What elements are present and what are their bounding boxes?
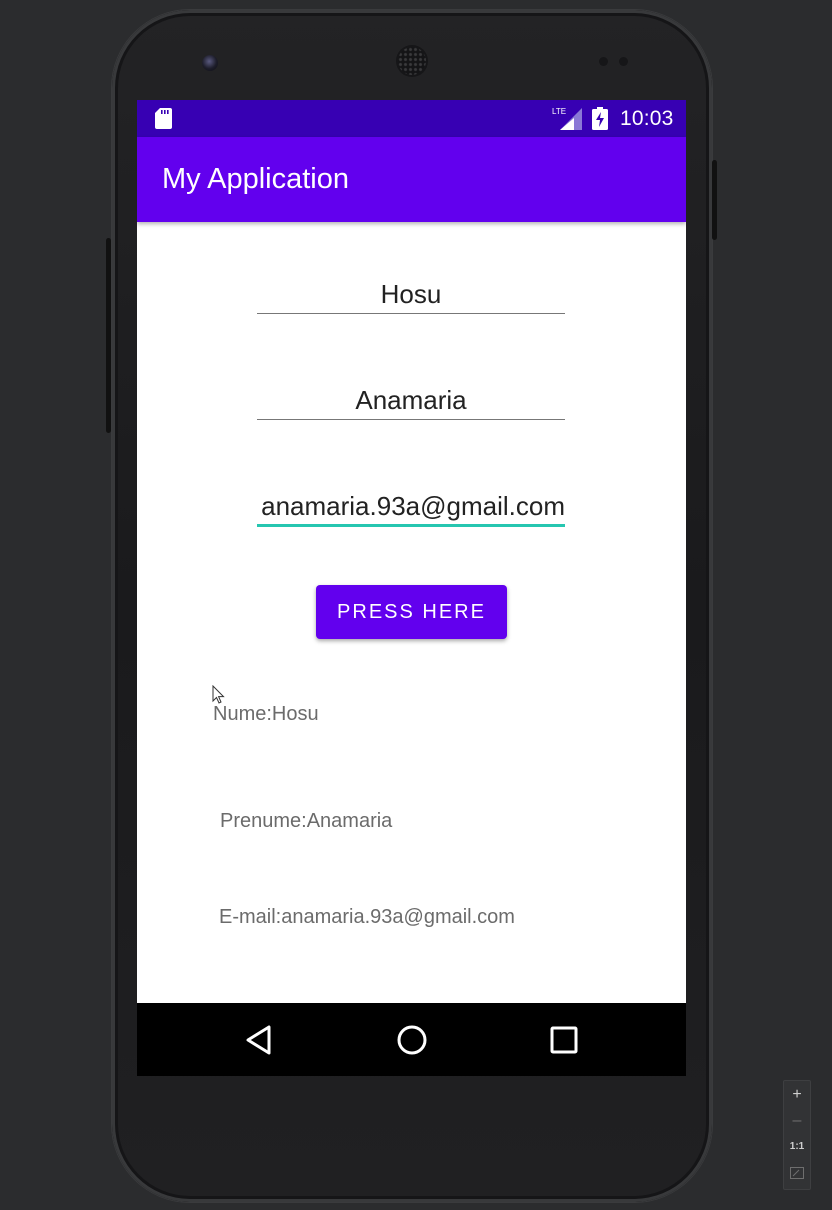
app-title: My Application <box>162 163 349 195</box>
nume-input[interactable]: Hosu <box>257 272 565 316</box>
zoom-toolbar: + – 1:1 <box>783 1080 811 1190</box>
email-output: E-mail:anamaria.93a@gmail.com <box>219 906 515 928</box>
navigation-bar <box>137 1003 686 1076</box>
battery-charging-icon <box>592 107 608 130</box>
front-camera <box>202 55 218 71</box>
actual-size-button[interactable]: 1:1 <box>784 1134 810 1160</box>
proximity-sensor <box>599 57 608 66</box>
zoom-in-button[interactable]: + <box>784 1082 810 1108</box>
prenume-input-underline <box>257 419 565 420</box>
lte-signal-icon: LTE <box>552 107 582 130</box>
phone-screen: LTE 10:03 My Application Hosu Anamaria a… <box>137 100 686 1076</box>
sd-card-icon <box>155 108 172 129</box>
status-bar: LTE 10:03 <box>137 100 686 137</box>
prenume-output: Prenume:Anamaria <box>220 810 393 832</box>
mouse-cursor-icon <box>212 685 225 704</box>
earpiece-speaker <box>398 47 426 75</box>
svg-text:LTE: LTE <box>552 107 566 116</box>
app-bar: My Application <box>137 137 686 222</box>
volume-rocker <box>106 238 111 433</box>
nume-input-underline <box>257 313 565 314</box>
press-here-button[interactable]: PRESS HERE <box>316 585 507 639</box>
email-input[interactable]: anamaria.93a@gmail.com <box>257 484 565 528</box>
prenume-input-value: Anamaria <box>355 385 467 415</box>
power-button <box>712 160 717 240</box>
fit-screen-icon <box>790 1167 804 1179</box>
email-input-underline-focused <box>257 524 565 527</box>
nume-input-value: Hosu <box>380 279 442 309</box>
recents-icon[interactable] <box>547 1023 581 1057</box>
back-icon[interactable] <box>242 1023 276 1057</box>
prenume-input[interactable]: Anamaria <box>257 378 565 422</box>
fit-screen-button[interactable] <box>784 1160 810 1186</box>
zoom-out-button[interactable]: – <box>784 1108 810 1134</box>
home-icon[interactable] <box>395 1023 429 1057</box>
status-clock: 10:03 <box>620 107 674 130</box>
email-input-value: anamaria.93a@gmail.com <box>261 491 565 521</box>
nume-output: Nume:Hosu <box>213 703 319 725</box>
light-sensor <box>619 57 628 66</box>
